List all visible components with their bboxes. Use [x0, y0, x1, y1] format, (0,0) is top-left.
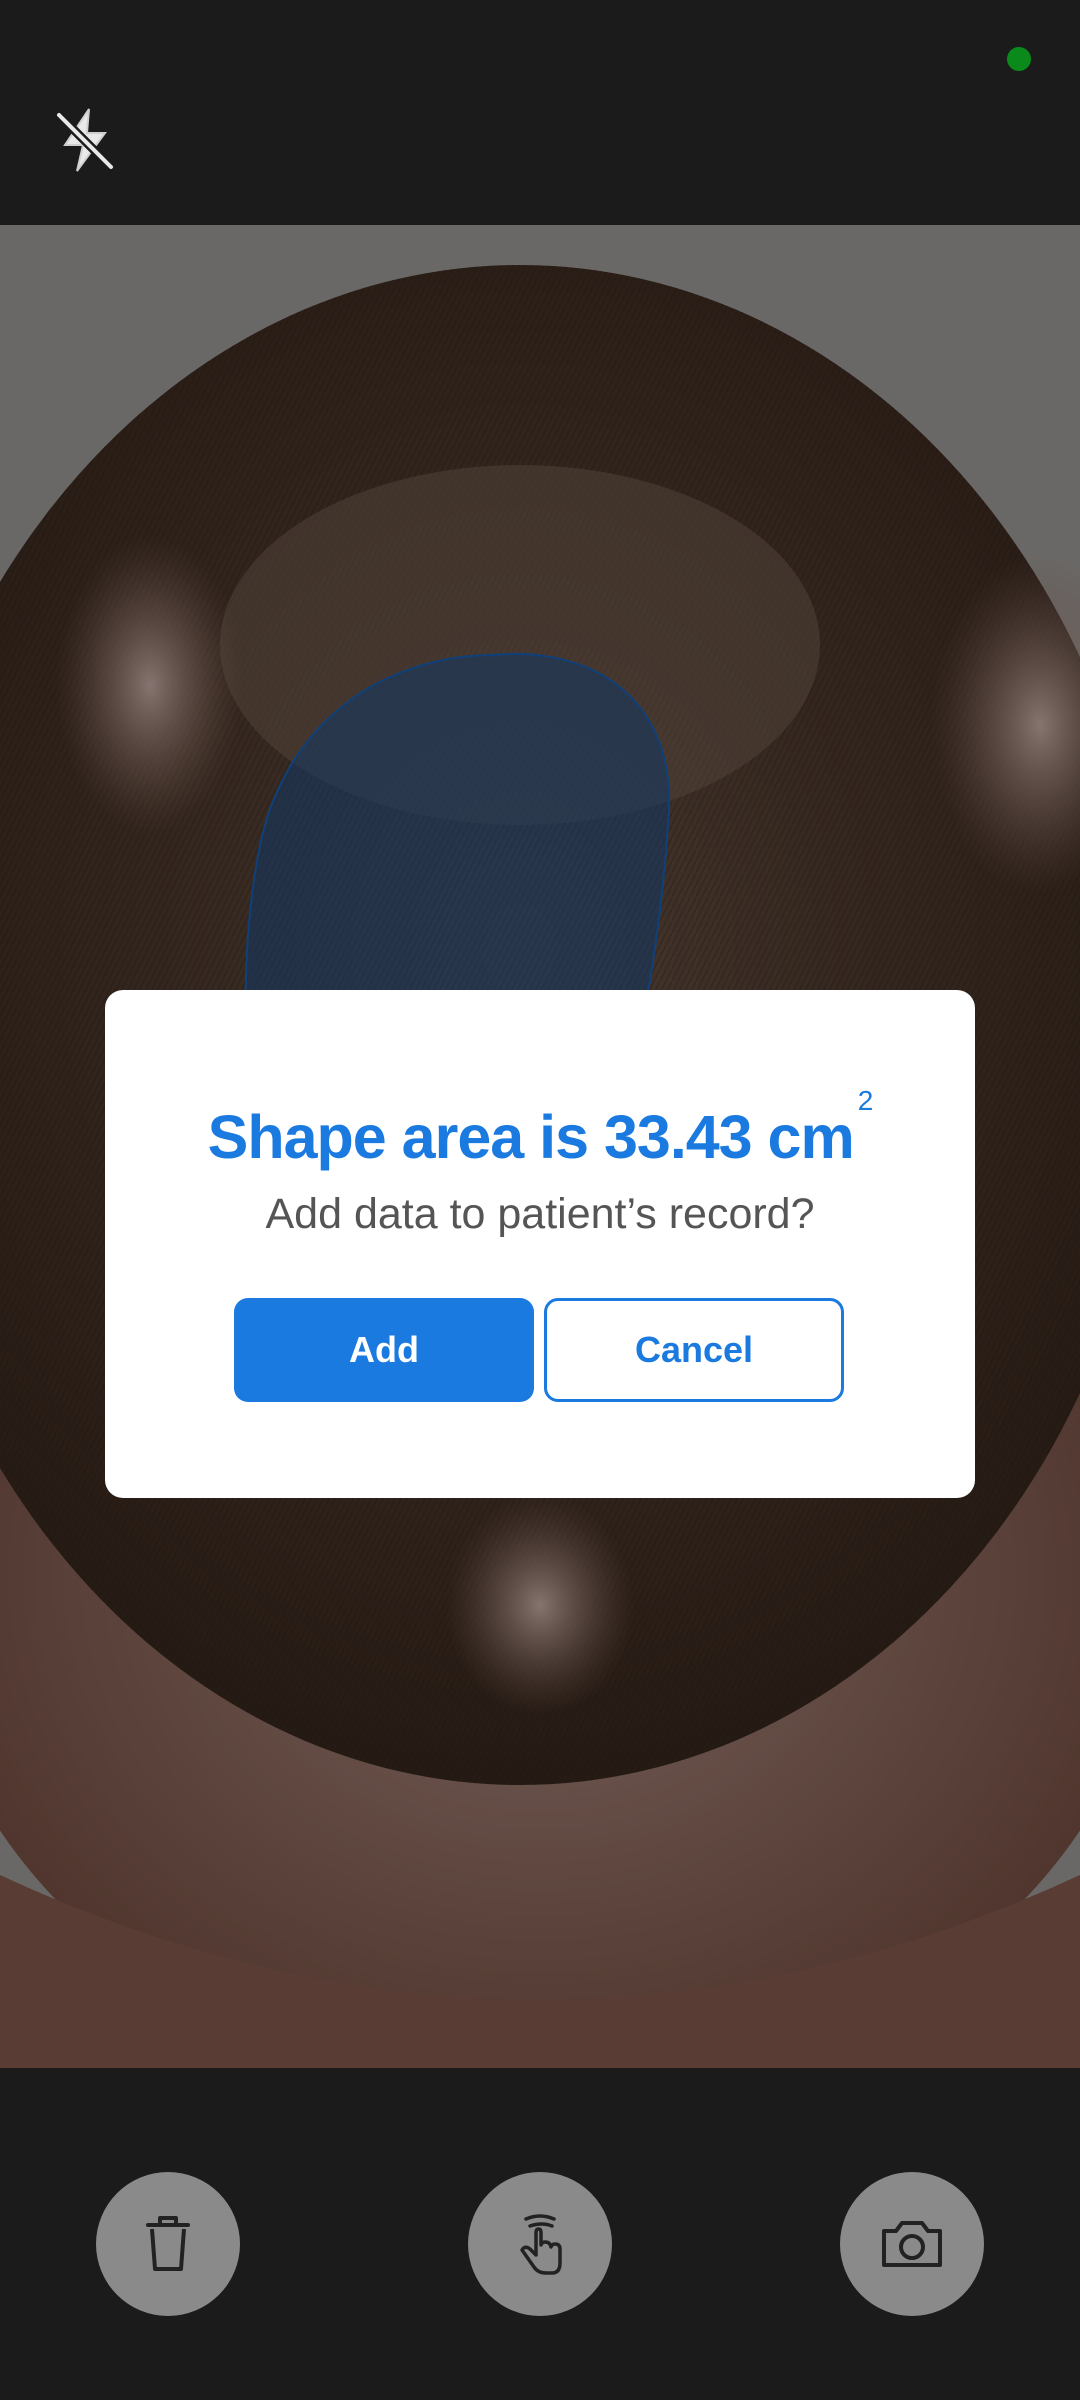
camera-measure-screen: Shape area is 33.43 cm2 Add data to pati… — [0, 0, 1080, 2400]
add-button[interactable]: Add — [234, 1298, 534, 1402]
flash-off-icon — [54, 108, 116, 172]
shape-area-dialog: Shape area is 33.43 cm2 Add data to pati… — [105, 990, 975, 1498]
status-indicator-dot — [1007, 47, 1031, 71]
bottom-toolbar — [0, 2068, 1080, 2400]
dialog-title-superscript: 2 — [857, 1085, 874, 1116]
dialog-title: Shape area is 33.43 cm2 — [105, 1085, 975, 1172]
dialog-title-text: Shape area is 33.43 cm — [207, 1103, 855, 1171]
delete-button[interactable] — [96, 2172, 240, 2316]
camera-icon — [882, 2221, 942, 2267]
top-bar — [0, 0, 1080, 225]
flash-toggle-button[interactable] — [40, 95, 130, 185]
capture-button[interactable] — [840, 2172, 984, 2316]
draw-gesture-button[interactable] — [468, 2172, 612, 2316]
hand-gesture-icon — [520, 2214, 562, 2275]
trash-icon — [146, 2216, 190, 2271]
cancel-button[interactable]: Cancel — [544, 1298, 844, 1402]
dialog-subtitle: Add data to patient’s record? — [265, 1190, 815, 1238]
